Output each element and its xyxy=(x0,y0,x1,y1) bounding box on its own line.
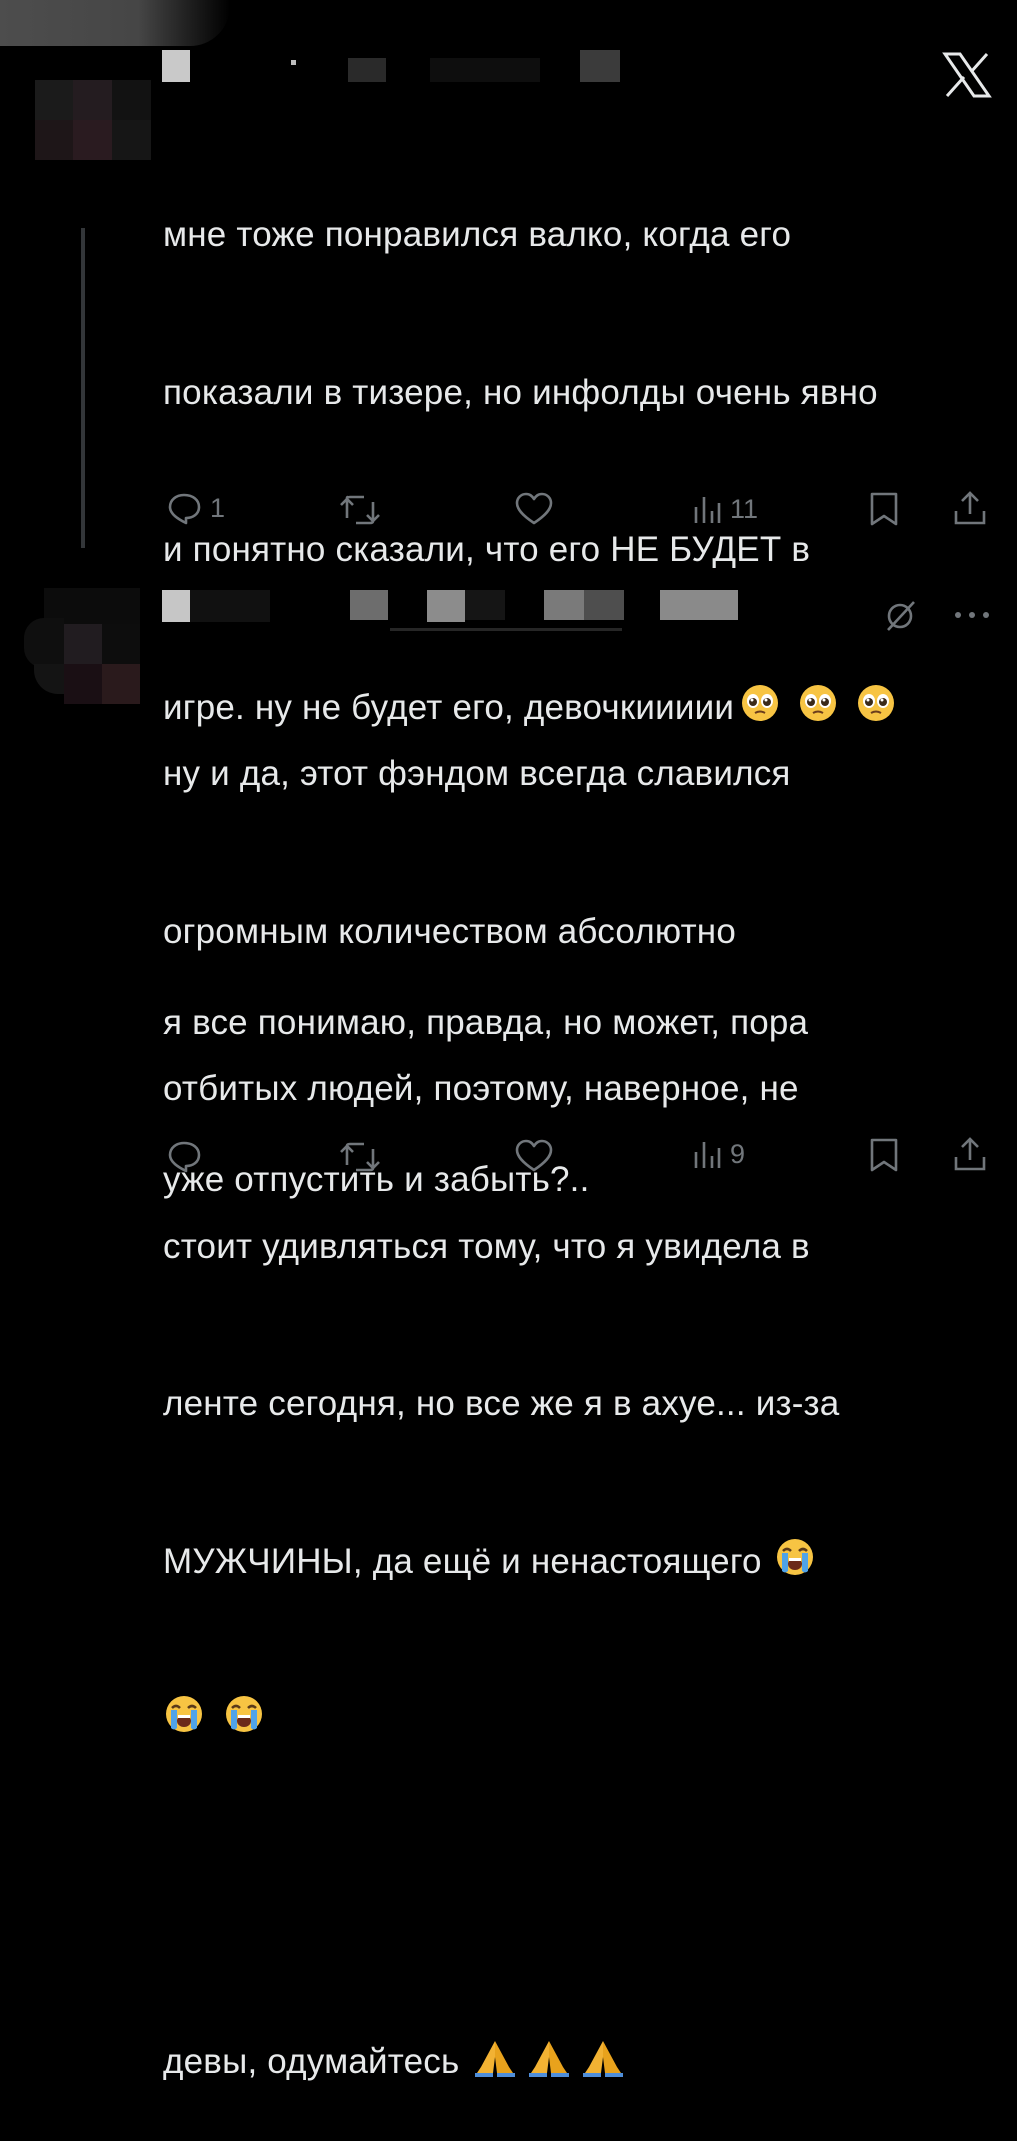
reply-count: 1 xyxy=(210,492,226,523)
username-censor xyxy=(291,60,296,65)
retweet-button[interactable] xyxy=(338,492,382,528)
post2-line-9: девы, одумайтесь xyxy=(163,2036,993,2089)
grok-icon[interactable] xyxy=(884,598,918,639)
thread-connector-line xyxy=(81,228,85,548)
post2-line-2: огромным количеством абсолютно xyxy=(163,911,736,951)
handle-censor xyxy=(350,590,388,620)
post2-line-6: МУЖЧИНЫ, да ещё и ненастоящего xyxy=(163,1536,993,1589)
share-icon xyxy=(954,491,986,525)
x-logo-icon[interactable] xyxy=(942,52,992,103)
post1-line-1: мне тоже понравился валко, когда его xyxy=(163,215,792,254)
handle-censor xyxy=(544,590,584,620)
handle-censor xyxy=(465,590,505,620)
like-button[interactable] xyxy=(514,491,554,527)
username-censor xyxy=(162,590,190,622)
reply-button[interactable] xyxy=(166,1138,202,1174)
post2-line-4: стоит удивляться тому, что я увидела в xyxy=(163,1226,810,1266)
more-icon[interactable] xyxy=(952,608,992,626)
loudly-crying-face-icon xyxy=(774,1537,816,1577)
bookmark-icon xyxy=(870,492,898,526)
loudly-crying-face-icon xyxy=(223,1694,265,1734)
handle-censor xyxy=(584,590,624,620)
reply-icon xyxy=(168,1141,201,1173)
views-button[interactable]: 9 xyxy=(692,1138,745,1170)
post2-line-3: отбитых людей, поэтому, наверное, не xyxy=(163,1069,799,1108)
username-censor xyxy=(190,590,270,622)
retweet-button[interactable] xyxy=(338,1139,382,1175)
handle-censor xyxy=(660,590,738,620)
handle-censor xyxy=(580,50,620,82)
post2-text: ну и да, этот фэндом всегда славился огр… xyxy=(163,643,993,2141)
views-icon xyxy=(694,497,721,523)
retweet-icon xyxy=(340,495,380,525)
share-icon xyxy=(954,1137,986,1171)
folded-hands-icon xyxy=(473,2037,517,2077)
handle-censor xyxy=(430,58,540,82)
avatar[interactable] xyxy=(24,588,144,706)
reply-button[interactable]: 1 xyxy=(166,490,225,526)
bookmark-button[interactable] xyxy=(868,1137,900,1173)
views-button[interactable]: 11 xyxy=(692,493,758,525)
reply-icon xyxy=(168,493,201,525)
handle-censor xyxy=(348,58,386,82)
bookmark-icon xyxy=(870,1138,898,1172)
post1-line-3: и понятно сказали, что его НЕ БУДЕТ в xyxy=(163,530,811,569)
views-count: 11 xyxy=(730,493,759,524)
handle-censor xyxy=(427,590,465,622)
avatar[interactable] xyxy=(35,80,151,160)
views-icon xyxy=(694,1142,721,1168)
share-button[interactable] xyxy=(952,489,988,527)
post1-line-2: показали в тизере, но инфолды очень явно xyxy=(163,372,878,412)
username-censor xyxy=(162,50,190,82)
share-button[interactable] xyxy=(952,1135,988,1173)
views-count: 9 xyxy=(730,1138,746,1169)
like-button[interactable] xyxy=(514,1138,554,1174)
post2-line-7 xyxy=(163,1693,993,1746)
folded-hands-icon xyxy=(581,2037,625,2077)
post2-line-8 xyxy=(163,1851,993,1904)
loudly-crying-face-icon xyxy=(163,1694,205,1734)
retweet-icon xyxy=(340,1142,380,1172)
post2-line-1: ну и да, этот фэндом всегда славился xyxy=(163,754,791,793)
post2-line-5: ленте сегодня, но все же я в ахуе... из-… xyxy=(163,1384,840,1423)
bookmark-button[interactable] xyxy=(868,491,900,527)
heart-icon xyxy=(515,1139,553,1172)
heart-icon xyxy=(515,492,553,525)
handle-underline xyxy=(390,628,622,631)
folded-hands-icon xyxy=(527,2037,571,2077)
top-fade-bar xyxy=(0,0,230,46)
